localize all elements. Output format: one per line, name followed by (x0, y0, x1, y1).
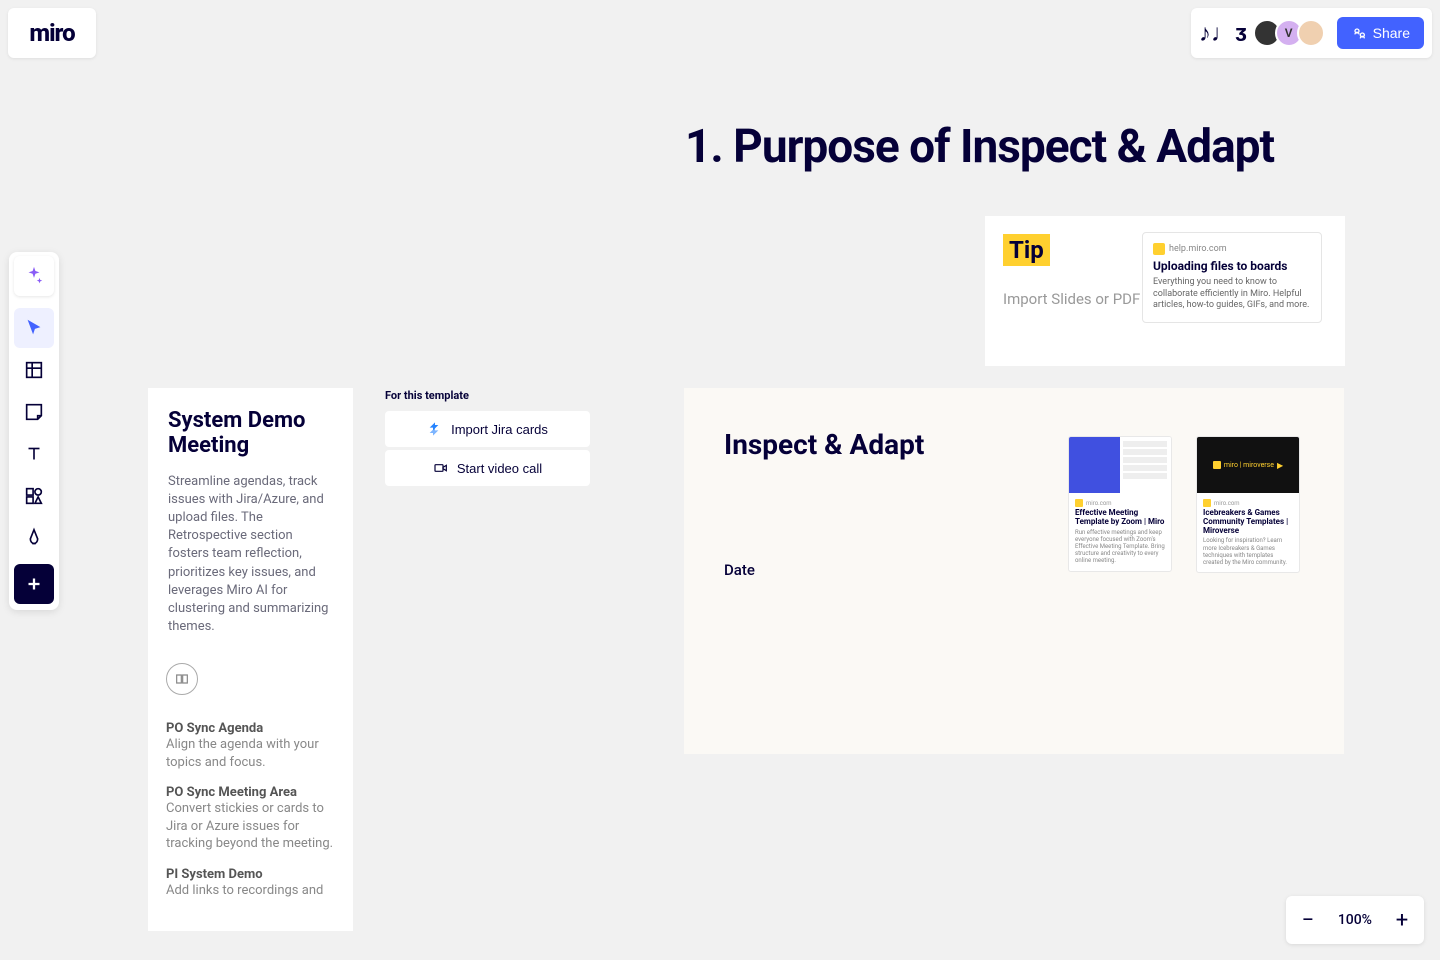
thumbnail: miro | miroverse (1197, 437, 1299, 493)
share-button[interactable]: Share (1337, 17, 1424, 49)
share-icon (1351, 25, 1367, 41)
section-heading[interactable]: 1. Purpose of Inspect & Adapt (685, 120, 1274, 174)
reactions-icon[interactable]: ♪♩ᴣ (1199, 19, 1247, 48)
toolbar (9, 252, 59, 610)
agenda-desc: Convert stickies or cards to Jira or Azu… (166, 800, 335, 853)
system-demo-card[interactable]: System Demo Meeting Streamline agendas, … (148, 388, 353, 656)
agenda-item: PO Sync Agenda Align the agenda with you… (166, 721, 335, 771)
card-title: Icebreakers & Games Community Templates … (1203, 509, 1293, 535)
topbar: ♪♩ᴣ V Share (1191, 8, 1432, 58)
collaborator-avatars[interactable]: V (1259, 19, 1325, 47)
zoom-out-button[interactable]: − (1296, 908, 1320, 932)
start-video-button[interactable]: Start video call (385, 450, 590, 486)
pen-tool[interactable] (14, 518, 54, 558)
template-label: For this template (385, 389, 469, 402)
zoom-controls: − 100% + (1286, 896, 1424, 944)
tip-label: Tip (1003, 234, 1050, 266)
text-tool[interactable] (14, 434, 54, 474)
logo-box[interactable]: miro (8, 8, 96, 58)
video-icon (433, 460, 449, 476)
agenda-desc: Add links to recordings and (166, 882, 335, 900)
miro-logo: miro (29, 19, 74, 47)
select-tool[interactable] (14, 308, 54, 348)
share-label: Share (1373, 25, 1410, 41)
help-desc: Everything you need to know to collabora… (1153, 277, 1311, 312)
agenda-card[interactable]: PO Sync Agenda Align the agenda with you… (148, 645, 353, 931)
agenda-title: PO Sync Meeting Area (166, 785, 335, 800)
help-url: help.miro.com (1153, 243, 1311, 255)
agenda-item: PO Sync Meeting Area Convert stickies or… (166, 785, 335, 853)
agenda-title: PI System Demo (166, 867, 335, 882)
thumbnail (1069, 437, 1171, 493)
agenda-title: PO Sync Agenda (166, 721, 335, 736)
import-jira-button[interactable]: Import Jira cards (385, 411, 590, 447)
btn-label: Start video call (457, 461, 542, 476)
frame-tool[interactable] (14, 350, 54, 390)
template-card[interactable]: miro | miroverse miro.com Icebreakers & … (1196, 436, 1300, 573)
thumb-label: miro | miroverse (1213, 461, 1283, 470)
card-source: miro.com (1075, 499, 1165, 507)
card-title: Effective Meeting Template by Zoom | Mir… (1075, 509, 1165, 527)
zoom-level[interactable]: 100% (1338, 912, 1372, 928)
sticky-tool[interactable] (14, 392, 54, 432)
ai-tool[interactable] (14, 256, 54, 296)
card-desc: Run effective meetings and keep everyone… (1075, 529, 1165, 565)
help-card[interactable]: help.miro.com Uploading files to boards … (1142, 232, 1322, 323)
book-icon (166, 663, 198, 695)
card-desc: Looking for inspiration? Learn more Iceb… (1203, 537, 1293, 566)
card-title: System Demo Meeting (168, 408, 333, 459)
avatar[interactable] (1297, 19, 1325, 47)
card-desc: Streamline agendas, track issues with Ji… (168, 473, 333, 637)
btn-label: Import Jira cards (451, 422, 548, 437)
template-card[interactable]: miro.com Effective Meeting Template by Z… (1068, 436, 1172, 572)
jira-icon (427, 421, 443, 437)
zoom-in-button[interactable]: + (1390, 908, 1414, 932)
agenda-item: PI System Demo Add links to recordings a… (166, 867, 335, 900)
shapes-tool[interactable] (14, 476, 54, 516)
help-title: Uploading files to boards (1153, 259, 1311, 273)
agenda-desc: Align the agenda with your topics and fo… (166, 736, 335, 771)
card-source: miro.com (1203, 499, 1293, 507)
add-tool[interactable] (14, 564, 54, 604)
